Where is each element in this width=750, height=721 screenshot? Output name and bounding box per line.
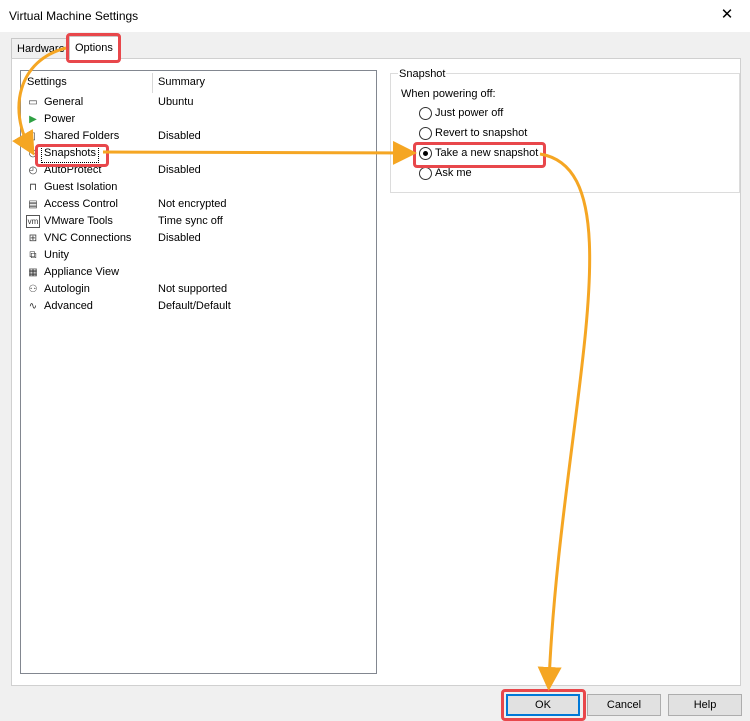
list-item-autologin[interactable]: ⚇ Autologin Not supported [26,281,374,298]
radio-circle[interactable] [419,167,432,180]
list-item-label: VNC Connections [44,232,132,244]
list-item-summary: Disabled [158,232,201,244]
tab-hardware[interactable]: Hardware [11,38,71,59]
list-item-snapshots[interactable]: ◷ Snapshots [26,144,374,163]
column-divider[interactable] [152,73,153,93]
list-item-summary: Ubuntu [158,96,194,108]
users-icon: ⚇ [28,284,38,295]
list-item-power[interactable]: ▶ Power [26,111,374,128]
list-item-label: Advanced [44,300,93,312]
folder-icon: ▯ [30,131,36,142]
list-item-label: Access Control [44,198,118,210]
radio-label[interactable]: Just power off [435,105,503,122]
clock-icon: ◷ [28,148,38,159]
cancel-button[interactable]: Cancel [587,694,661,716]
play-icon: ▶ [29,114,37,125]
list-item-label: General [44,96,84,108]
settings-list[interactable]: Settings Summary ▭ General Ubuntu ▶ Powe… [20,70,377,674]
radio-circle[interactable] [419,127,432,140]
clock-icon: ◴ [28,165,38,176]
list-item-summary: Disabled [158,164,201,176]
close-icon[interactable]: ✕ [704,0,750,32]
list-item-general[interactable]: ▭ General Ubuntu [26,94,374,111]
windows-icon: ⧉ [29,250,37,261]
list-item-summary: Not supported [158,283,228,295]
window-title: Virtual Machine Settings [9,9,139,23]
list-item-label: Appliance View [44,266,120,278]
lock-icon: ⊓ [29,182,37,193]
list-item-label: Shared Folders [44,130,120,142]
ok-button[interactable]: OK [506,694,580,716]
list-item-unity[interactable]: ⧉ Unity [26,247,374,264]
list-item-vnc-connections[interactable]: ⊞ VNC Connections Disabled [26,230,374,247]
column-header-settings[interactable]: Settings [27,76,67,88]
appliance-icon: ▦ [28,267,38,278]
list-item-summary: Time sync off [158,215,223,227]
list-item-autoprotect[interactable]: ◴ AutoProtect Disabled [26,162,374,179]
network-icon: ⊞ [28,233,38,244]
column-header-summary[interactable]: Summary [158,76,205,88]
document-lock-icon: ▤ [28,199,38,210]
vm-icon: vm [26,215,40,228]
powering-off-label: When powering off: [401,88,496,100]
snapshot-group-title: Snapshot [398,68,447,80]
radio-circle[interactable] [419,147,432,160]
list-item-label: AutoProtect [44,164,102,176]
list-item-guest-isolation[interactable]: ⊓ Guest Isolation [26,179,374,196]
list-item-vmware-tools[interactable]: vm VMware Tools Time sync off [26,213,374,230]
radio-label[interactable]: Take a new snapshot [435,145,538,162]
list-item-summary: Default/Default [158,300,231,312]
list-item-access-control[interactable]: ▤ Access Control Not encrypted [26,196,374,213]
list-item-appliance-view[interactable]: ▦ Appliance View [26,264,374,281]
tab-options[interactable]: Options [69,36,121,59]
list-item-label: VMware Tools [44,215,113,227]
list-item-label: Snapshots [41,144,99,163]
title-bar: Virtual Machine Settings ✕ [0,0,750,32]
radio-label[interactable]: Ask me [435,165,472,182]
list-item-label: Power [44,113,76,125]
waveform-icon: ∿ [28,301,38,312]
list-item-label: Autologin [44,283,90,295]
monitor-icon: ▭ [28,97,38,108]
list-item-shared-folders[interactable]: ▯ Shared Folders Disabled [26,128,374,145]
list-item-label: Unity [44,249,70,261]
radio-circle[interactable] [419,107,432,120]
list-item-label: Guest Isolation [44,181,118,193]
help-button[interactable]: Help [668,694,742,716]
list-item-advanced[interactable]: ∿ Advanced Default/Default [26,298,374,315]
list-item-summary: Disabled [158,130,201,142]
list-item-summary: Not encrypted [158,198,227,210]
radio-label[interactable]: Revert to snapshot [435,125,527,142]
